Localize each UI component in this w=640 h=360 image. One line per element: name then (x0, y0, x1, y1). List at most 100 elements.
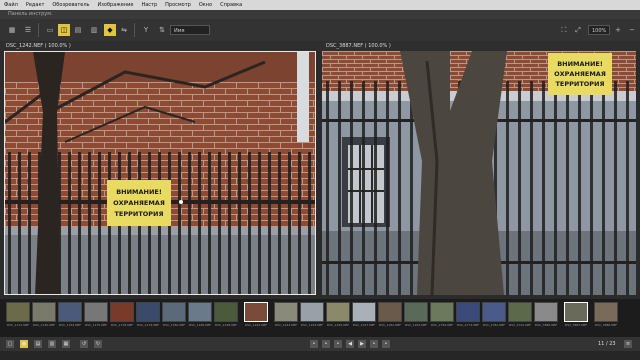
sign-line-3: ТЕРРИТОРИЯ (555, 80, 605, 88)
page-dot-icon[interactable]: • (310, 340, 318, 348)
label-icon[interactable]: ● (20, 340, 28, 348)
single-view-icon[interactable]: ▭ (44, 24, 56, 36)
filmstrip-thumb[interactable]: DSC_2791.NEF (508, 302, 532, 328)
filmstrip-thumb[interactable]: DSC_1245.NEF (326, 302, 350, 328)
thumb-caption: DSC_3886.NEF (534, 323, 558, 327)
menu-help[interactable]: Справка (216, 0, 246, 10)
filmstrip-thumb[interactable]: DSC_1263.NEF (404, 302, 428, 328)
thumb-caption: DSC_1247.NEF (352, 323, 376, 327)
filmstrip-thumb[interactable]: DSC_1247.NEF (352, 302, 376, 328)
filmstrip-thumb[interactable]: DSC_3888.NEF (594, 302, 618, 328)
filmstrip-thumb[interactable]: DSC_1189.NEF (188, 302, 212, 328)
page-dot-icon[interactable]: • (334, 340, 342, 348)
menu-image[interactable]: Изображение (94, 0, 138, 10)
filmstrip-thumb[interactable]: DSC_3886.NEF (534, 302, 558, 328)
filmstrip-view-icon[interactable]: ▥ (88, 24, 100, 36)
toolbar-divider (134, 23, 135, 37)
thumb-image (508, 302, 532, 322)
menu-file[interactable]: Файл (0, 0, 22, 10)
thumb-image (594, 302, 618, 322)
filmstrip-thumb[interactable]: DSC_1261.NEF (378, 302, 402, 328)
menu-browser[interactable]: Обозреватель (48, 0, 93, 10)
toolbar-divider (38, 23, 39, 37)
filmstrip-thumb[interactable]: DSC_1243.NEF (274, 302, 298, 328)
thumb-caption: DSC_1140.NEF (32, 323, 56, 327)
panel-toggle-icon[interactable]: ▢ (6, 340, 14, 348)
sign-line-1: ВНИМАНИЕ! (116, 187, 162, 196)
thumb-caption: DSC_1245.NEF (326, 323, 350, 327)
menu-view[interactable]: Просмотр (161, 0, 195, 10)
fullscreen-icon[interactable]: ⤢ (572, 24, 584, 36)
filmstrip-thumb[interactable]: DSC_1178.NEF (110, 302, 134, 328)
thumb-caption: DSC_1189.NEF (188, 323, 212, 327)
filmstrip-thumb[interactable]: DSC_1228.NEF (214, 302, 238, 328)
menu-window[interactable]: Окно (195, 0, 216, 10)
thumb-caption: DSC_1175.NEF (84, 323, 108, 327)
filmstrip-thumb[interactable]: DSC_1179.NEF (136, 302, 160, 328)
filmstrip-thumb[interactable]: DSC_1131.NEF (6, 302, 30, 328)
sign-line-1: ВНИМАНИЕ! (557, 60, 603, 68)
image-counter: 11 / 23 (598, 341, 616, 347)
rotate-right-icon[interactable]: ↻ (94, 340, 102, 348)
filmstrip-thumb-selected[interactable]: DSC_1242.NEF (244, 302, 268, 328)
thumb-image (326, 302, 350, 322)
menu-icon[interactable]: ≡ (624, 340, 632, 348)
zoom-in-icon[interactable]: + (612, 24, 624, 36)
filter-icon[interactable]: Y (140, 24, 152, 36)
histogram-icon[interactable]: ▥ (48, 340, 56, 348)
metadata-icon[interactable]: ▦ (62, 340, 70, 348)
next-icon[interactable]: ▶ (358, 340, 366, 348)
zoom-out-icon[interactable]: − (626, 24, 638, 36)
thumb-image (534, 302, 558, 322)
sort-dropdown[interactable]: Имя (170, 25, 210, 35)
filmstrip-thumb[interactable]: DSC_2764.NEF (430, 302, 454, 328)
filmstrip-thumb[interactable]: DSC_1180.NEF (162, 302, 186, 328)
page-dot-icon[interactable]: • (370, 340, 378, 348)
thumb-caption: DSC_1243.NEF (274, 323, 298, 327)
toggle-icon[interactable]: ⇋ (118, 24, 130, 36)
thumbnail-view-icon[interactable]: ▤ (72, 24, 84, 36)
filmstrip-thumb-compared[interactable]: DSC_3887.NEF (564, 302, 588, 328)
sort-icon[interactable]: ⇅ (156, 24, 168, 36)
toolbar-caption: Панель инструм. (0, 10, 640, 19)
page-dot-icon[interactable]: • (382, 340, 390, 348)
page-dot-icon[interactable]: • (322, 340, 330, 348)
filmstrip-thumb[interactable]: DSC_2774.NEF (456, 302, 480, 328)
menu-settings[interactable]: Настр (137, 0, 161, 10)
prev-icon[interactable]: ◀ (346, 340, 354, 348)
status-bar: ▢ ● ▤ ▥ ▦ ↺ ↻ • • • ◀ ▶ • • 11 / 23 ≡ (0, 337, 640, 351)
thumb-image (456, 302, 480, 322)
menu-edit[interactable]: Редакт (22, 0, 49, 10)
filmstrip-thumb[interactable]: DSC_1163.NEF (58, 302, 82, 328)
zoom-dropdown[interactable]: 100% (588, 25, 610, 35)
thumb-caption: DSC_2781.NEF (482, 323, 506, 327)
filmstrip-thumb[interactable]: DSC_1175.NEF (84, 302, 108, 328)
list-view-icon[interactable]: ☰ (22, 24, 34, 36)
thumb-image (58, 302, 82, 322)
thumb-image (6, 302, 30, 322)
left-panel-title: DSC_1242.NEF ( 100.0% ) (0, 41, 320, 51)
grid-view-icon[interactable]: ▦ (6, 24, 18, 36)
info-icon[interactable]: ▤ (34, 340, 42, 348)
filmstrip-thumb[interactable]: DSC_1244.NEF (300, 302, 324, 328)
rotate-left-icon[interactable]: ↺ (80, 340, 88, 348)
right-image-viewer[interactable]: ВНИМАНИЕ! ОХРАНЯЕМАЯ ТЕРРИТОРИЯ (322, 51, 636, 295)
bottom-bar (0, 351, 640, 360)
sort-dropdown-value: Имя (174, 28, 185, 34)
thumb-image (32, 302, 56, 322)
filmstrip-thumb[interactable]: DSC_2781.NEF (482, 302, 506, 328)
thumb-image (300, 302, 324, 322)
filmstrip: DSC_1131.NEF DSC_1140.NEF DSC_1163.NEF D… (0, 299, 640, 337)
tag-icon[interactable]: ◆ (104, 24, 116, 36)
thumb-caption: DSC_2764.NEF (430, 323, 454, 327)
thumb-caption: DSC_1179.NEF (136, 323, 160, 327)
filmstrip-thumb[interactable]: DSC_1140.NEF (32, 302, 56, 328)
thumb-caption: DSC_1178.NEF (110, 323, 134, 327)
fit-icon[interactable]: ⛶ (558, 24, 570, 36)
sign-line-3: ТЕРРИТОРИЯ (114, 209, 164, 218)
thumb-image (564, 302, 588, 322)
thumb-caption: DSC_1228.NEF (214, 323, 238, 327)
toolbar: ▦ ☰ ▭ ◫ ▤ ▥ ◆ ⇋ Y ⇅ Имя ⛶ ⤢ 100% + − (0, 19, 640, 42)
compare-view-icon[interactable]: ◫ (58, 24, 70, 36)
left-image-viewer[interactable]: ВНИМАНИЕ! ОХРАНЯЕМАЯ ТЕРРИТОРИЯ (4, 51, 316, 295)
